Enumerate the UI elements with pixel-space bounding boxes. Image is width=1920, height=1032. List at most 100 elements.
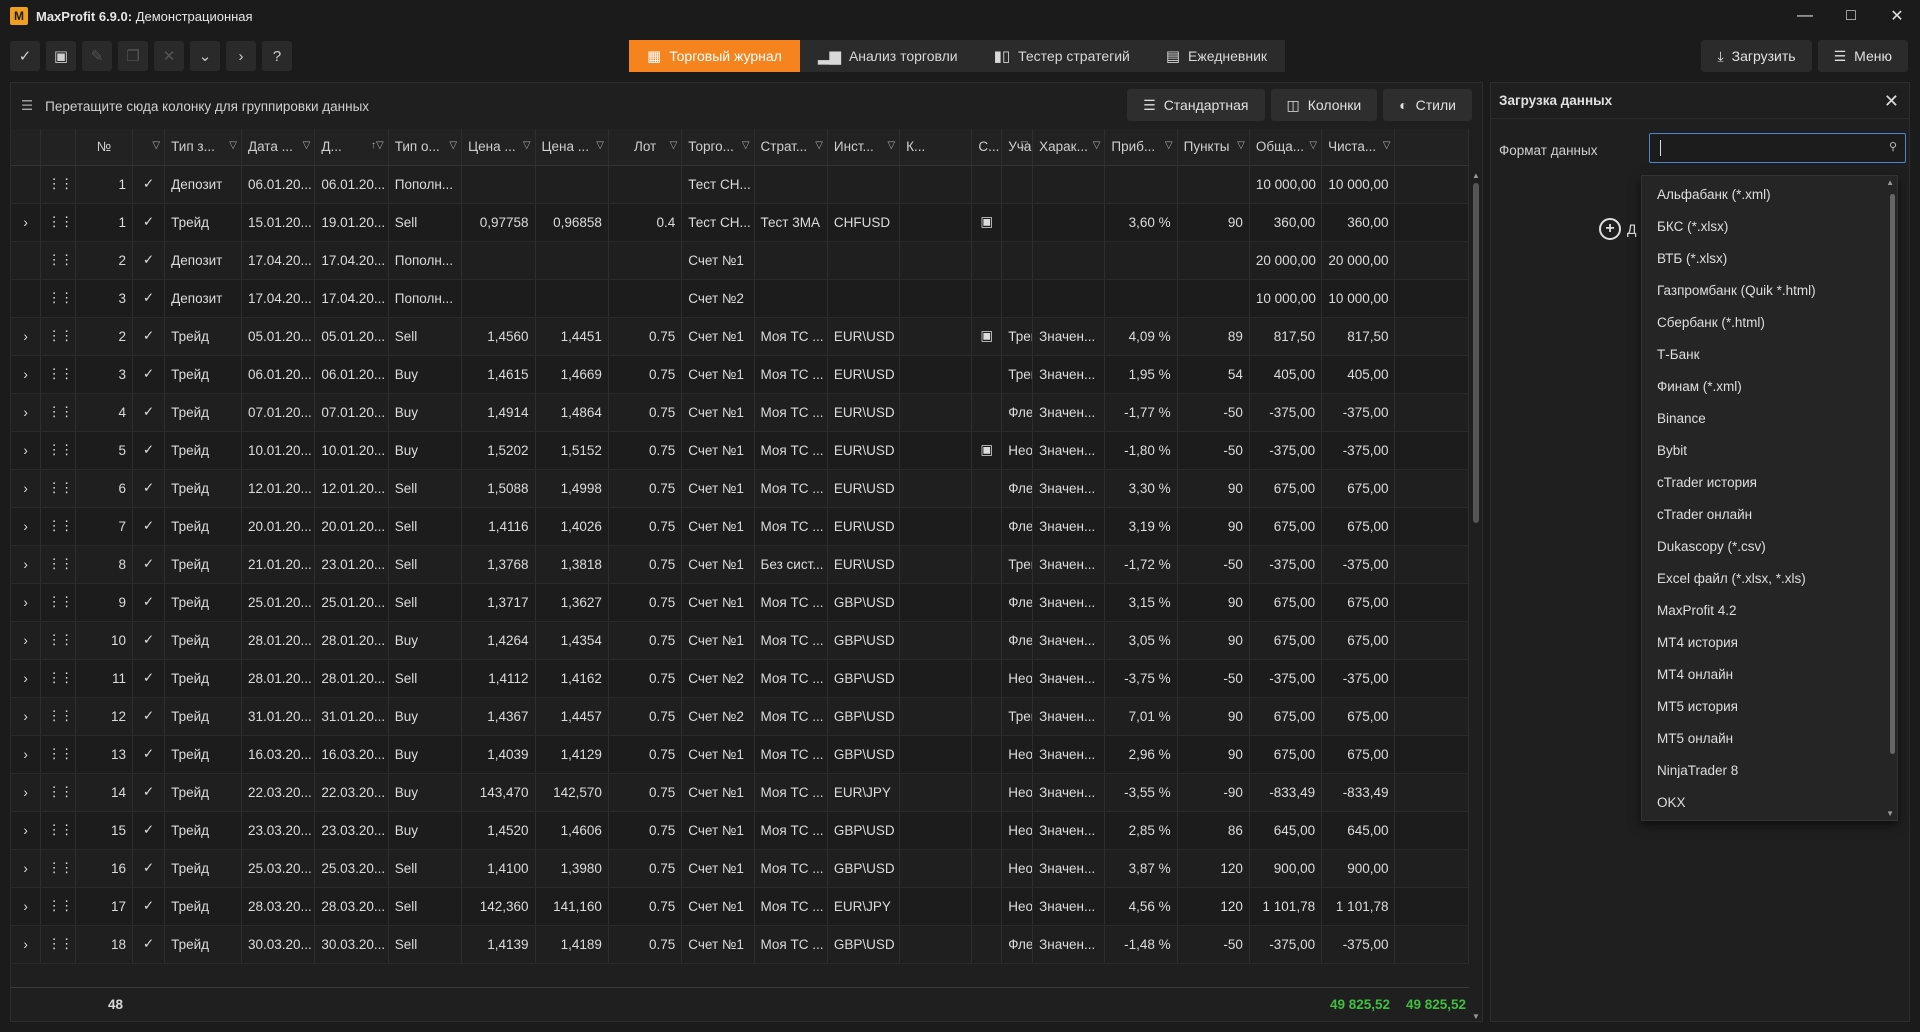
- table-row[interactable]: ›⋮⋮⋮12✓Трейд31.01.20...31.01.20...Buy1,4…: [11, 697, 1469, 736]
- row-expand-icon[interactable]: ›: [11, 317, 42, 356]
- format-option[interactable]: ВТБ (*.xlsx): [1642, 242, 1897, 274]
- format-option[interactable]: OKX: [1642, 786, 1897, 818]
- row-check-icon[interactable]: ✓: [132, 849, 166, 888]
- drag-handle-icon[interactable]: ⋮⋮⋮: [40, 887, 76, 926]
- col-screenshot[interactable]: С...: [971, 129, 1003, 166]
- screenshot-icon[interactable]: [971, 925, 1003, 964]
- screenshot-icon[interactable]: [971, 507, 1003, 546]
- filter-icon[interactable]: ▽: [670, 140, 678, 151]
- dropdown-scroll-down-icon[interactable]: ▼: [1886, 809, 1894, 818]
- chevron-right-icon[interactable]: ›: [226, 41, 256, 71]
- filter-icon[interactable]: ▽: [1237, 140, 1245, 151]
- drag-handle-icon[interactable]: ⋮⋮⋮: [40, 697, 76, 736]
- menu-button[interactable]: ☰ Меню: [1817, 40, 1908, 72]
- format-option[interactable]: MT4 онлайн: [1642, 658, 1897, 690]
- table-row[interactable]: ›⋮⋮⋮2✓Трейд05.01.20...05.01.20...Sell1,4…: [11, 317, 1469, 356]
- screenshot-icon[interactable]: [971, 165, 1003, 204]
- format-option[interactable]: БКС (*.xlsx): [1642, 210, 1897, 242]
- filter-icon[interactable]: ▽: [815, 140, 823, 151]
- format-option[interactable]: Финам (*.xml): [1642, 370, 1897, 402]
- row-check-icon[interactable]: ✓: [132, 659, 166, 698]
- format-option[interactable]: Альфабанк (*.xml): [1642, 178, 1897, 210]
- row-expand-icon[interactable]: ›: [11, 583, 42, 622]
- drag-handle-icon[interactable]: ⋮⋮⋮: [40, 621, 76, 660]
- format-search-input[interactable]: ⚲: [1649, 133, 1906, 163]
- scroll-down-icon[interactable]: ▼: [1470, 1012, 1482, 1021]
- filter-icon[interactable]: ▽: [1093, 140, 1101, 151]
- filter-icon[interactable]: ▽: [1020, 140, 1028, 151]
- format-option[interactable]: Excel файл (*.xlsx, *.xls): [1642, 562, 1897, 594]
- row-expand-icon[interactable]: ›: [11, 203, 42, 242]
- col-instrument[interactable]: Инст... ▽: [827, 129, 901, 166]
- grid-scrollbar[interactable]: ▲ ▼: [1470, 171, 1482, 1021]
- row-check-icon[interactable]: ✓: [132, 811, 166, 850]
- close-window-icon[interactable]: ✕: [1874, 0, 1920, 32]
- format-option[interactable]: Bybit: [1642, 434, 1897, 466]
- row-expand-icon[interactable]: ›: [11, 773, 42, 812]
- filter-icon[interactable]: ▽: [1383, 140, 1391, 151]
- col-profit-pct[interactable]: Приб... ▽: [1104, 129, 1178, 166]
- row-expand-icon[interactable]: ›: [11, 735, 42, 774]
- card-icon[interactable]: ▣: [46, 41, 76, 71]
- row-check-icon[interactable]: ✓: [132, 279, 166, 318]
- close-icon[interactable]: ✕: [1884, 91, 1899, 112]
- row-expand-icon[interactable]: [11, 241, 42, 280]
- filter-icon[interactable]: ▽: [523, 140, 531, 151]
- row-check-icon[interactable]: ✓: [132, 507, 166, 546]
- minimize-icon[interactable]: —: [1782, 0, 1828, 32]
- col-comment[interactable]: К...: [899, 129, 973, 166]
- drag-handle-icon[interactable]: ⋮⋮⋮: [40, 507, 76, 546]
- table-row[interactable]: ›⋮⋮⋮1✓Трейд15.01.20...19.01.20...Sell0,9…: [11, 203, 1469, 242]
- table-row[interactable]: ›⋮⋮⋮7✓Трейд20.01.20...20.01.20...Sell1,4…: [11, 507, 1469, 546]
- row-check-icon[interactable]: ✓: [132, 697, 166, 736]
- screenshot-icon[interactable]: [971, 659, 1003, 698]
- drag-handle-icon[interactable]: ⋮⋮⋮: [40, 241, 76, 280]
- chevron-down-icon[interactable]: ⌄: [190, 41, 220, 71]
- drag-handle-icon[interactable]: ⋮⋮⋮: [40, 279, 76, 318]
- table-row[interactable]: ›⋮⋮⋮16✓Трейд25.03.20...25.03.20...Sell1,…: [11, 849, 1469, 888]
- row-expand-icon[interactable]: ›: [11, 545, 42, 584]
- drag-handle-icon[interactable]: ⋮⋮⋮: [40, 469, 76, 508]
- drag-handle-icon[interactable]: ⋮⋮⋮: [40, 811, 76, 850]
- format-option[interactable]: MaxProfit 4.2: [1642, 594, 1897, 626]
- row-check-icon[interactable]: ✓: [132, 773, 166, 812]
- tab-analysis[interactable]: ▂▆ Анализ торговли: [799, 40, 976, 72]
- columns-button[interactable]: ◫ Колонки: [1270, 89, 1378, 121]
- col-record-type[interactable]: Тип з... ▽: [164, 129, 242, 166]
- col-market-phase[interactable]: Участ...▽: [1001, 129, 1034, 166]
- table-row[interactable]: ›⋮⋮⋮3✓Трейд06.01.20...06.01.20...Buy1,46…: [11, 355, 1469, 394]
- table-row[interactable]: ›⋮⋮⋮14✓Трейд22.03.20...22.03.20...Buy143…: [11, 773, 1469, 812]
- screenshot-icon[interactable]: [971, 697, 1003, 736]
- col-open-date[interactable]: Дата ... ▽: [241, 129, 316, 166]
- format-option[interactable]: cTrader онлайн: [1642, 498, 1897, 530]
- dropdown-scroll-thumb[interactable]: [1890, 194, 1895, 754]
- dropdown-scroll-up-icon[interactable]: ▲: [1886, 178, 1894, 187]
- screenshot-icon[interactable]: [971, 393, 1003, 432]
- format-option[interactable]: MT5 онлайн: [1642, 722, 1897, 754]
- table-row[interactable]: ›⋮⋮⋮4✓Трейд07.01.20...07.01.20...Buy1,49…: [11, 393, 1469, 432]
- row-expand-icon[interactable]: ›: [11, 659, 42, 698]
- format-option[interactable]: NinjaTrader 8: [1642, 754, 1897, 786]
- screenshot-icon[interactable]: [971, 621, 1003, 660]
- format-option[interactable]: MT5 история: [1642, 690, 1897, 722]
- drag-handle-icon[interactable]: ⋮⋮⋮: [40, 659, 76, 698]
- col-account[interactable]: Торго... ▽: [681, 129, 755, 166]
- row-expand-icon[interactable]: [11, 279, 42, 318]
- row-check-icon[interactable]: ✓: [132, 887, 166, 926]
- col-characteristic[interactable]: Харак... ▽: [1032, 129, 1106, 166]
- drag-handle-icon[interactable]: ⋮⋮⋮: [40, 925, 76, 964]
- col-check[interactable]: ▽: [132, 129, 166, 166]
- table-row[interactable]: ›⋮⋮⋮6✓Трейд12.01.20...12.01.20...Sell1,5…: [11, 469, 1469, 508]
- delete-icon[interactable]: ✕: [154, 41, 184, 71]
- col-total[interactable]: Обща... ▽: [1249, 129, 1323, 166]
- drag-handle-icon[interactable]: ⋮⋮⋮: [40, 431, 76, 470]
- sort-filter-icon[interactable]: ↑▽: [371, 140, 384, 151]
- screenshot-icon[interactable]: ▣: [971, 431, 1003, 470]
- table-row[interactable]: ›⋮⋮⋮18✓Трейд30.03.20...30.03.20...Sell1,…: [11, 925, 1469, 964]
- table-row[interactable]: ›⋮⋮⋮8✓Трейд21.01.20...23.01.20...Sell1,3…: [11, 545, 1469, 584]
- row-expand-icon[interactable]: ›: [11, 887, 42, 926]
- load-button[interactable]: ⤓ Загрузить: [1701, 40, 1812, 72]
- screenshot-icon[interactable]: [971, 241, 1003, 280]
- row-check-icon[interactable]: ✓: [132, 925, 166, 964]
- row-check-icon[interactable]: ✓: [132, 165, 166, 204]
